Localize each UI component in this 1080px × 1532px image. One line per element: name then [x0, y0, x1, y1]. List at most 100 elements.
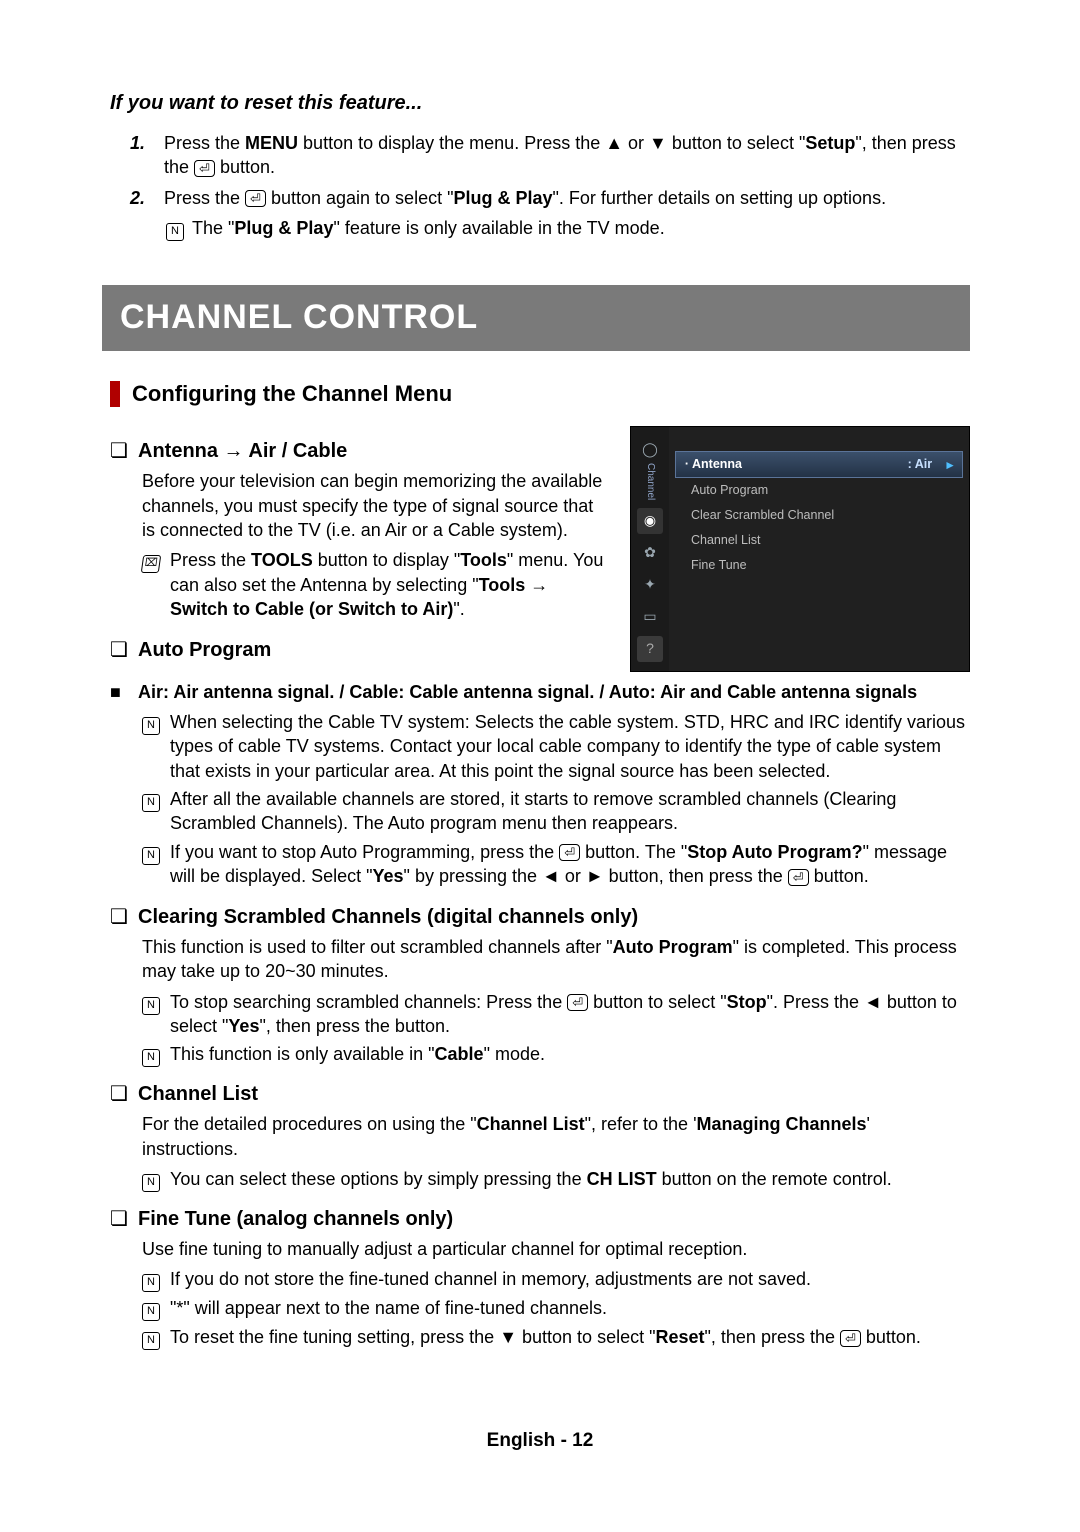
- note-body: This function is only available in "Cabl…: [170, 1042, 545, 1067]
- note-icon: N: [142, 1049, 160, 1067]
- note-icon: N: [142, 1174, 160, 1192]
- h2-bar-icon: [110, 381, 120, 407]
- step-2-num: 2.: [130, 186, 164, 210]
- osd-sidebar: ◯ Channel ◉ ✿ ✦ ▭ ?: [631, 427, 669, 670]
- note-icon: N: [142, 1274, 160, 1292]
- text: ", refer to the ': [585, 1114, 697, 1134]
- osd-label: Auto Program: [691, 482, 957, 499]
- h3-autoprog: ❏ Auto Program: [110, 637, 610, 664]
- clear-note-1: N To stop searching scrambled channels: …: [142, 990, 970, 1039]
- text: " mode.: [484, 1044, 545, 1064]
- osd-icon-input[interactable]: ✦: [637, 572, 663, 598]
- autoprog-note-3: N If you want to stop Auto Programming, …: [142, 840, 970, 889]
- osd-row-clear[interactable]: Clear Scrambled Channel: [675, 503, 963, 528]
- checkbox-icon: ❏: [110, 1081, 138, 1108]
- osd-icon-picture[interactable]: ◯: [637, 436, 663, 462]
- enter-icon: ⏎: [245, 190, 266, 207]
- text: " by pressing the ◄ or ► button, then pr…: [404, 866, 788, 886]
- osd-panel: ◯ Channel ◉ ✿ ✦ ▭ ? · Antenna : Air ► Au…: [630, 426, 970, 671]
- text: ". For further details on setting up opt…: [553, 188, 887, 208]
- tools-label: Tools: [460, 550, 507, 570]
- text: " feature is only available in the TV mo…: [333, 218, 664, 238]
- enter-icon: ⏎: [840, 1330, 861, 1347]
- enter-icon: ⏎: [194, 160, 215, 177]
- fine-note-2: N "*" will appear next to the name of fi…: [142, 1296, 970, 1321]
- text: For the detailed procedures on using the…: [142, 1114, 477, 1134]
- reset-label: Reset: [655, 1327, 704, 1347]
- note-body: Press the TOOLS button to display "Tools…: [170, 548, 610, 621]
- tools-icon: ⌧: [141, 555, 162, 573]
- note-body: If you do not store the fine-tuned chann…: [170, 1267, 811, 1292]
- checkbox-icon: ❏: [110, 904, 138, 931]
- auto-program-label: Auto Program: [613, 937, 733, 957]
- osd-row-channellist[interactable]: Channel List: [675, 528, 963, 553]
- note-icon: N: [142, 794, 160, 812]
- arrow-right-icon[interactable]: ►: [944, 457, 956, 473]
- h3-antenna: ❏ Antenna → Air / Cable: [110, 438, 610, 465]
- osd-row-finetune[interactable]: Fine Tune: [675, 553, 963, 578]
- yes-label: Yes: [373, 866, 404, 886]
- text: To stop searching scrambled channels: Pr…: [170, 992, 567, 1012]
- text: ", then press the button.: [259, 1016, 450, 1036]
- text: button.: [861, 1327, 921, 1347]
- text: button again to select ": [266, 188, 454, 208]
- antenna-tools-note: ⌧ Press the TOOLS button to display "Too…: [142, 548, 610, 621]
- autoprog-subhead: ■ Air: Air antenna signal. / Cable: Cabl…: [110, 680, 970, 704]
- text: If you want to stop Auto Programming, pr…: [170, 842, 559, 862]
- yes-label: Yes: [228, 1016, 259, 1036]
- note-icon: N: [142, 1303, 160, 1321]
- h3-fine-tune: ❏ Fine Tune (analog channels only): [110, 1206, 970, 1233]
- setup-label: Setup: [805, 133, 855, 153]
- text: button.: [809, 866, 869, 886]
- stop-label: Stop: [727, 992, 767, 1012]
- enter-icon: ⏎: [567, 994, 588, 1011]
- osd-row-antenna[interactable]: · Antenna : Air ►: [675, 451, 963, 478]
- note-body: When selecting the Cable TV system: Sele…: [170, 710, 970, 783]
- page: If you want to reset this feature... 1. …: [0, 0, 1080, 1350]
- h3-clear-text: Clearing Scrambled Channels (digital cha…: [138, 904, 970, 931]
- channel-list-note: N You can select these options by simply…: [142, 1167, 970, 1192]
- text: To reset the fine tuning setting, press …: [170, 1327, 655, 1347]
- osd-icon-application[interactable]: ▭: [637, 604, 663, 630]
- menu-label: MENU: [245, 133, 298, 153]
- step-2-body: Press the ⏎ button again to select "Plug…: [164, 186, 970, 210]
- step-1: 1. Press the MENU button to display the …: [130, 131, 970, 180]
- osd-icon-setup[interactable]: ✿: [637, 540, 663, 566]
- h3-fine-tune-text: Fine Tune (analog channels only): [138, 1206, 970, 1233]
- osd-label: Fine Tune: [691, 557, 957, 574]
- managing-channels-label: Managing Channels: [697, 1114, 867, 1134]
- osd-icon-support[interactable]: ?: [637, 636, 663, 662]
- text: button. The ": [580, 842, 687, 862]
- text: button to display ": [313, 550, 460, 570]
- step-1-num: 1.: [130, 131, 164, 180]
- h2-configuring: Configuring the Channel Menu: [110, 379, 970, 409]
- step-1-body: Press the MENU button to display the men…: [164, 131, 970, 180]
- enter-icon: ⏎: [559, 844, 580, 861]
- clear-note-2: N This function is only available in "Ca…: [142, 1042, 970, 1067]
- enter-icon: ⏎: [788, 869, 809, 886]
- text: ".: [453, 599, 464, 619]
- plug-play-label: Plug & Play: [234, 218, 333, 238]
- page-footer: English - 12: [0, 1428, 1080, 1454]
- h3-clear: ❏ Clearing Scrambled Channels (digital c…: [110, 904, 970, 931]
- note-icon: N: [142, 847, 160, 865]
- text: You can select these options by simply p…: [170, 1169, 587, 1189]
- osd-antenna-value: : Air: [908, 456, 933, 473]
- text: Press the: [164, 188, 245, 208]
- channel-list-label: Channel List: [477, 1114, 585, 1134]
- autoprog-note-1: N When selecting the Cable TV system: Se…: [142, 710, 970, 783]
- text: This function is used to filter out scra…: [142, 937, 613, 957]
- osd-row-autoprogram[interactable]: Auto Program: [675, 478, 963, 503]
- ch-list-label: CH LIST: [587, 1169, 657, 1189]
- osd-main: · Antenna : Air ► Auto Program Clear Scr…: [669, 427, 969, 670]
- note-body: To reset the fine tuning setting, press …: [170, 1325, 921, 1350]
- text: button on the remote control.: [657, 1169, 892, 1189]
- step-2: 2. Press the ⏎ button again to select "P…: [130, 186, 970, 210]
- h3-antenna-text: Antenna → Air / Cable: [138, 438, 610, 465]
- fine-note-1: N If you do not store the fine-tuned cha…: [142, 1267, 970, 1292]
- note-icon: N: [142, 1332, 160, 1350]
- fine-note-3: N To reset the fine tuning setting, pres…: [142, 1325, 970, 1350]
- square-icon: ■: [110, 680, 138, 704]
- osd-icon-channel[interactable]: ◉: [637, 508, 663, 534]
- switch-air-label: or Switch to Air): [315, 599, 453, 619]
